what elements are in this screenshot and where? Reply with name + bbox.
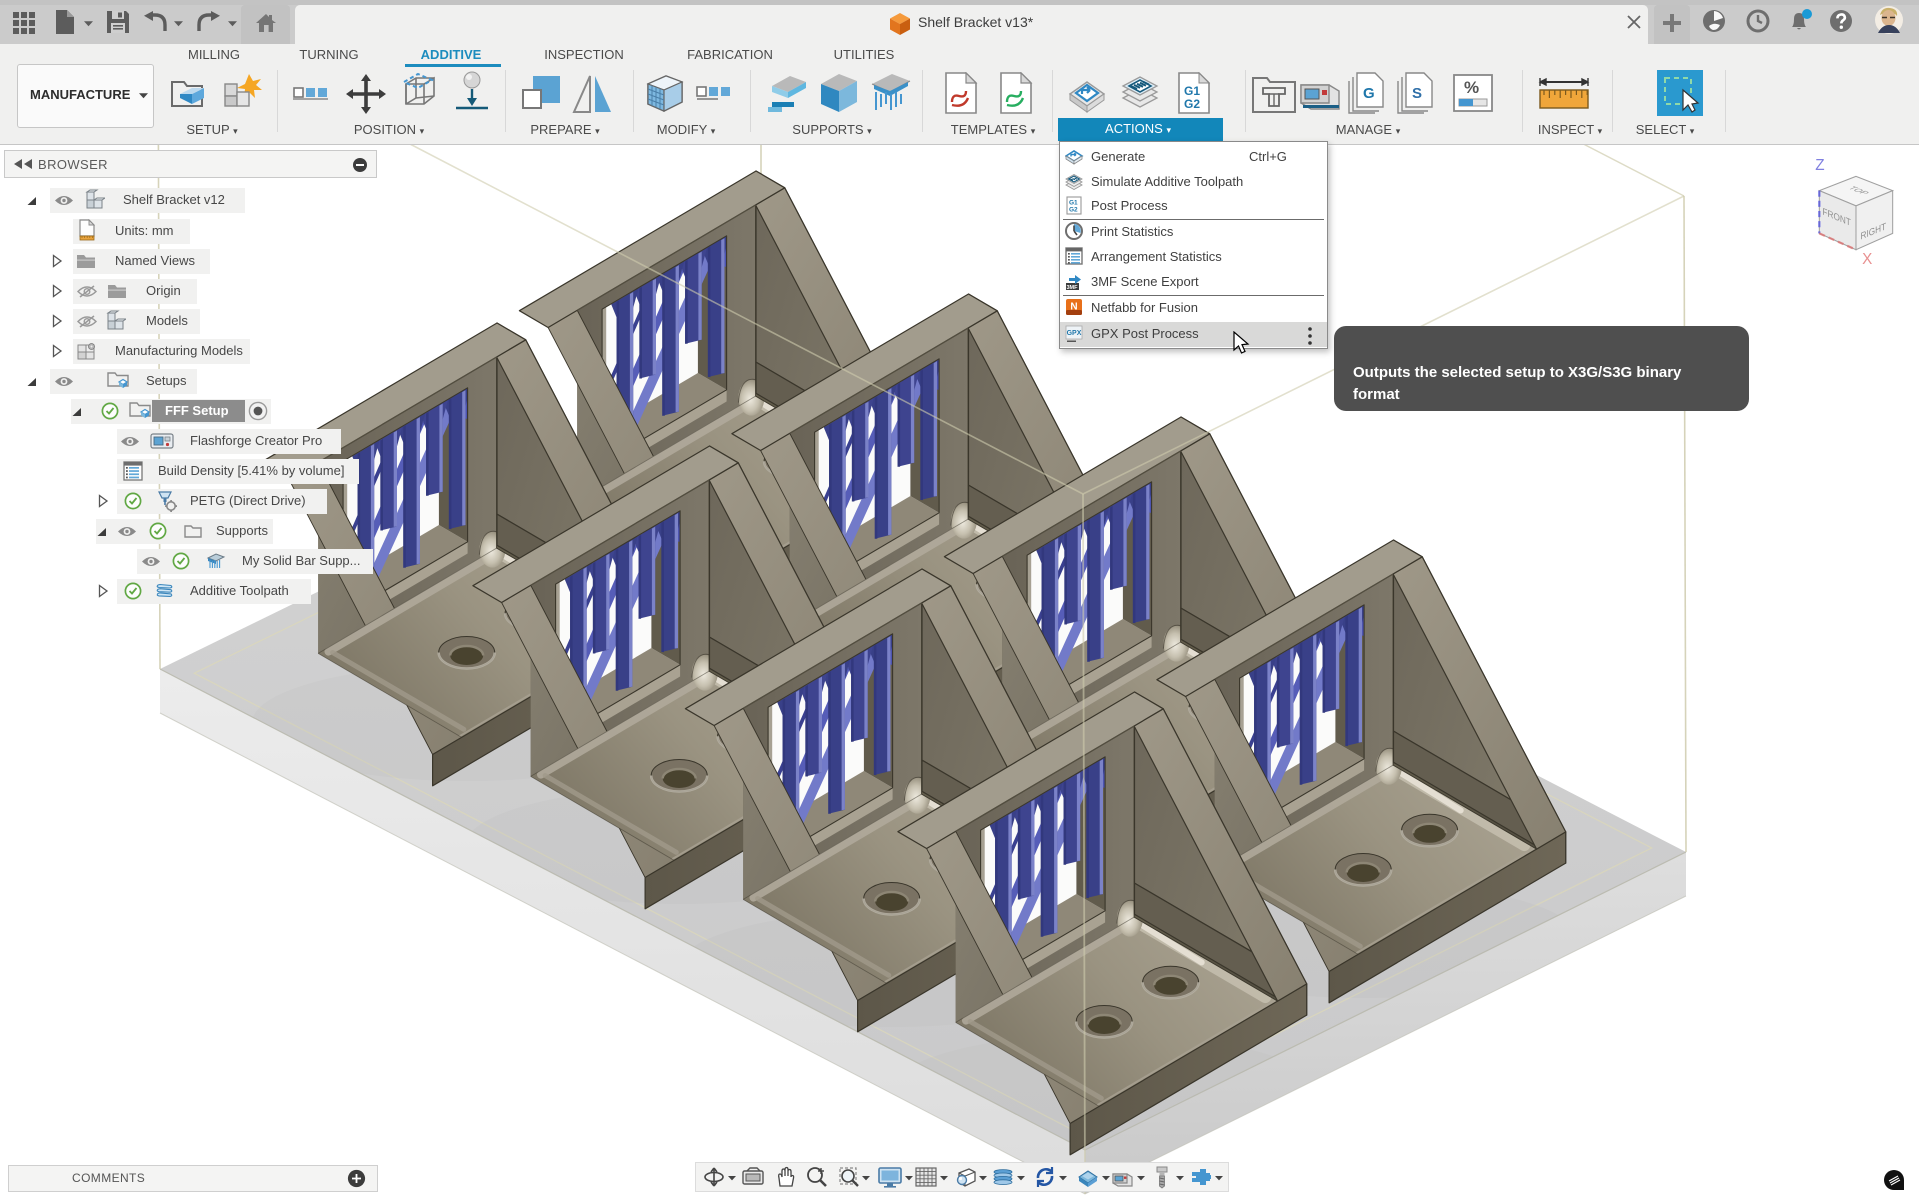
svg-text:Z: Z xyxy=(1815,158,1824,174)
svg-text:3MF: 3MF xyxy=(1067,285,1079,291)
svg-text:G2: G2 xyxy=(1069,207,1078,214)
svg-text:G1: G1 xyxy=(1069,200,1078,207)
svg-text:GPX: GPX xyxy=(1067,330,1082,337)
svg-text:G2: G2 xyxy=(1184,97,1200,111)
svg-text:S: S xyxy=(1412,85,1422,102)
svg-text:X: X xyxy=(1862,251,1872,266)
svg-text:G: G xyxy=(1363,85,1375,102)
svg-text:%: % xyxy=(1464,78,1479,97)
svg-text:G1: G1 xyxy=(1184,84,1200,98)
svg-text:N: N xyxy=(1070,302,1077,313)
